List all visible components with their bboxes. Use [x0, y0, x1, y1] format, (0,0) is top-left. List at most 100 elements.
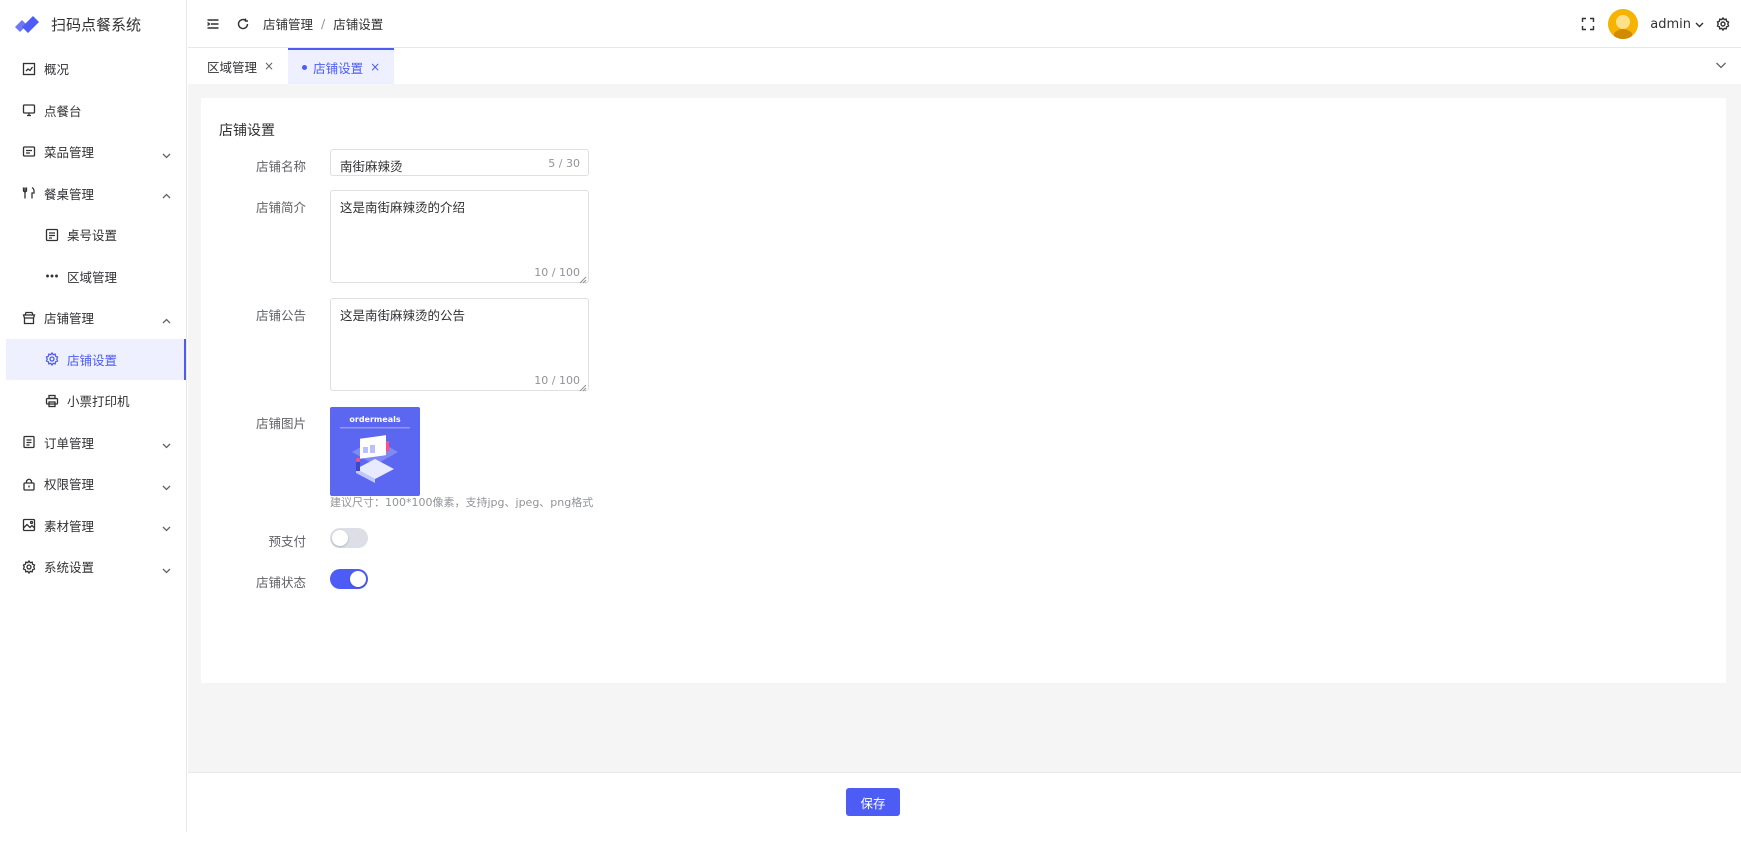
- refresh-icon[interactable]: [235, 16, 251, 32]
- sidebar-item-table-management[interactable]: 餐桌管理: [0, 173, 186, 215]
- message-icon: [22, 145, 36, 159]
- sidebar-item-label: 小票打印机: [67, 394, 130, 410]
- shop-settings-card: 店铺设置 店铺名称 南街麻辣烫 5 / 30 店铺简介 这是南街麻辣烫的介绍 1…: [201, 98, 1726, 683]
- picture-icon: [22, 518, 36, 532]
- sidebar-item-system-settings[interactable]: 系统设置: [0, 546, 186, 588]
- shop-name-input[interactable]: 南街麻辣烫 5 / 30: [330, 149, 589, 176]
- chevron-down-icon: [162, 563, 171, 574]
- sidebar-item-label: 订单管理: [44, 435, 95, 451]
- page-title: 店铺设置: [219, 123, 275, 139]
- logo-icon: [15, 16, 39, 33]
- prepay-label: 预支付: [268, 534, 306, 549]
- shop-icon: [22, 311, 36, 325]
- shop-notice-counter: 10 / 100: [534, 374, 580, 387]
- sidebar-item-label: 店铺管理: [44, 311, 95, 327]
- shop-notice-textarea[interactable]: 这是南街麻辣烫的公告 10 / 100: [330, 298, 589, 392]
- breadcrumb-item-current: 店铺设置: [333, 17, 384, 32]
- app-logo[interactable]: 扫码点餐系统: [0, 0, 186, 48]
- shop-image-upload[interactable]: ordermeals: [330, 407, 420, 496]
- toggle-knob: [332, 530, 348, 546]
- gear-icon: [45, 352, 59, 367]
- tab-area-management[interactable]: 区域管理 ×: [193, 48, 288, 84]
- shop-image-label: 店铺图片: [255, 416, 306, 431]
- document-icon: [22, 435, 36, 449]
- shop-intro-textarea[interactable]: 这是南街麻辣烫的介绍 10 / 100: [330, 190, 589, 284]
- lock-icon: [22, 477, 36, 491]
- printer-icon: [45, 394, 59, 408]
- sidebar-item-label: 菜品管理: [44, 145, 95, 161]
- shop-name-label: 店铺名称: [255, 159, 306, 174]
- breadcrumb-separator: /: [321, 16, 326, 31]
- chevron-down-icon: [162, 438, 171, 449]
- avatar[interactable]: [1608, 9, 1639, 39]
- tab-label: 店铺设置: [313, 60, 364, 76]
- shop-intro-counter: 10 / 100: [534, 266, 580, 279]
- monitor-icon: [22, 103, 36, 117]
- sidebar-item-label: 权限管理: [44, 477, 95, 493]
- shop-name-value: 南街麻辣烫: [340, 159, 403, 174]
- close-icon[interactable]: ×: [370, 60, 380, 74]
- resize-handle-icon[interactable]: [579, 381, 587, 392]
- sidebar-item-label: 桌号设置: [67, 228, 118, 244]
- table-icon: [45, 228, 59, 242]
- tab-shop-settings[interactable]: 店铺设置 ×: [288, 48, 395, 84]
- sidebar-item-label: 系统设置: [44, 560, 95, 576]
- chevron-up-icon: [162, 189, 171, 199]
- more-icon: [45, 269, 59, 283]
- chevron-down-icon[interactable]: [1694, 16, 1704, 32]
- settings-gear-icon[interactable]: [1715, 16, 1731, 32]
- prepay-toggle[interactable]: [330, 528, 368, 548]
- chevron-up-icon: [162, 314, 171, 324]
- sidebar-item-shop-management[interactable]: 店铺管理: [0, 297, 186, 339]
- sidebar-item-table-number-settings[interactable]: 桌号设置: [0, 214, 186, 256]
- shop-intro-label: 店铺简介: [255, 200, 306, 215]
- shop-status-label: 店铺状态: [255, 575, 306, 590]
- sidebar-item-label: 概况: [44, 62, 70, 78]
- breadcrumb: 店铺管理 / 店铺设置: [263, 14, 383, 33]
- app-title: 扫码点餐系统: [51, 15, 142, 34]
- chevron-down-icon: [162, 521, 171, 532]
- shop-status-toggle[interactable]: [330, 569, 368, 589]
- sidebar-item-area-management[interactable]: 区域管理: [0, 256, 186, 298]
- sidebar-item-label: 餐桌管理: [44, 186, 95, 202]
- save-button[interactable]: 保存: [846, 788, 900, 816]
- resize-handle-icon[interactable]: [579, 273, 587, 284]
- sidebar-item-permission-management[interactable]: 权限管理: [0, 463, 186, 505]
- shop-intro-value: 这是南街麻辣烫的介绍: [340, 200, 466, 215]
- sidebar-item-dish-management[interactable]: 菜品管理: [0, 131, 186, 173]
- fullscreen-icon[interactable]: [1580, 16, 1596, 32]
- sidebar-item-label: 素材管理: [44, 518, 95, 534]
- active-dot-icon: [302, 64, 308, 70]
- toggle-knob: [350, 571, 366, 587]
- tabs-more-chevron-icon[interactable]: [1715, 59, 1727, 71]
- dashboard-icon: [22, 62, 36, 76]
- sidebar-item-receipt-printer[interactable]: 小票打印机: [0, 380, 186, 422]
- sidebar: 扫码点餐系统 概况 点餐台 菜品管理 餐桌管理 桌号设置 区域管理 店铺管理 店…: [0, 0, 187, 832]
- sidebar-item-label: 点餐台: [44, 103, 82, 119]
- gear-icon: [22, 559, 36, 574]
- sidebar-item-shop-settings[interactable]: 店铺设置: [6, 338, 186, 380]
- footer-bar: 保存: [188, 772, 1741, 832]
- sidebar-item-order-management[interactable]: 订单管理: [0, 422, 186, 464]
- shop-image-brand-text: ordermeals: [349, 415, 401, 424]
- chevron-down-icon: [162, 480, 171, 491]
- breadcrumb-item[interactable]: 店铺管理: [263, 14, 313, 33]
- header-actions: admin: [1580, 0, 1731, 48]
- username[interactable]: admin: [1650, 17, 1691, 32]
- sidebar-item-label: 区域管理: [67, 269, 118, 285]
- avatar-image: [1608, 9, 1639, 39]
- shop-image-hint: 建议尺寸：100*100像素，支持jpg、jpeg、png格式: [330, 496, 594, 509]
- sidebar-item-label: 店铺设置: [67, 352, 118, 368]
- collapse-menu-icon[interactable]: [205, 16, 221, 32]
- tab-label: 区域管理: [207, 59, 258, 75]
- main-content: 店铺设置 店铺名称 南街麻辣烫 5 / 30 店铺简介 这是南街麻辣烫的介绍 1…: [188, 84, 1741, 772]
- sidebar-item-overview[interactable]: 概况: [0, 48, 186, 90]
- sidebar-item-material-management[interactable]: 素材管理: [0, 505, 186, 547]
- chevron-down-icon: [162, 148, 171, 159]
- fork-knife-icon: [22, 186, 36, 200]
- top-header: 店铺管理 / 店铺设置 admin: [188, 0, 1741, 48]
- shop-notice-label: 店铺公告: [255, 308, 306, 323]
- sidebar-item-ordering-desk[interactable]: 点餐台: [0, 90, 186, 132]
- shop-notice-value: 这是南街麻辣烫的公告: [340, 308, 466, 323]
- close-icon[interactable]: ×: [264, 59, 274, 73]
